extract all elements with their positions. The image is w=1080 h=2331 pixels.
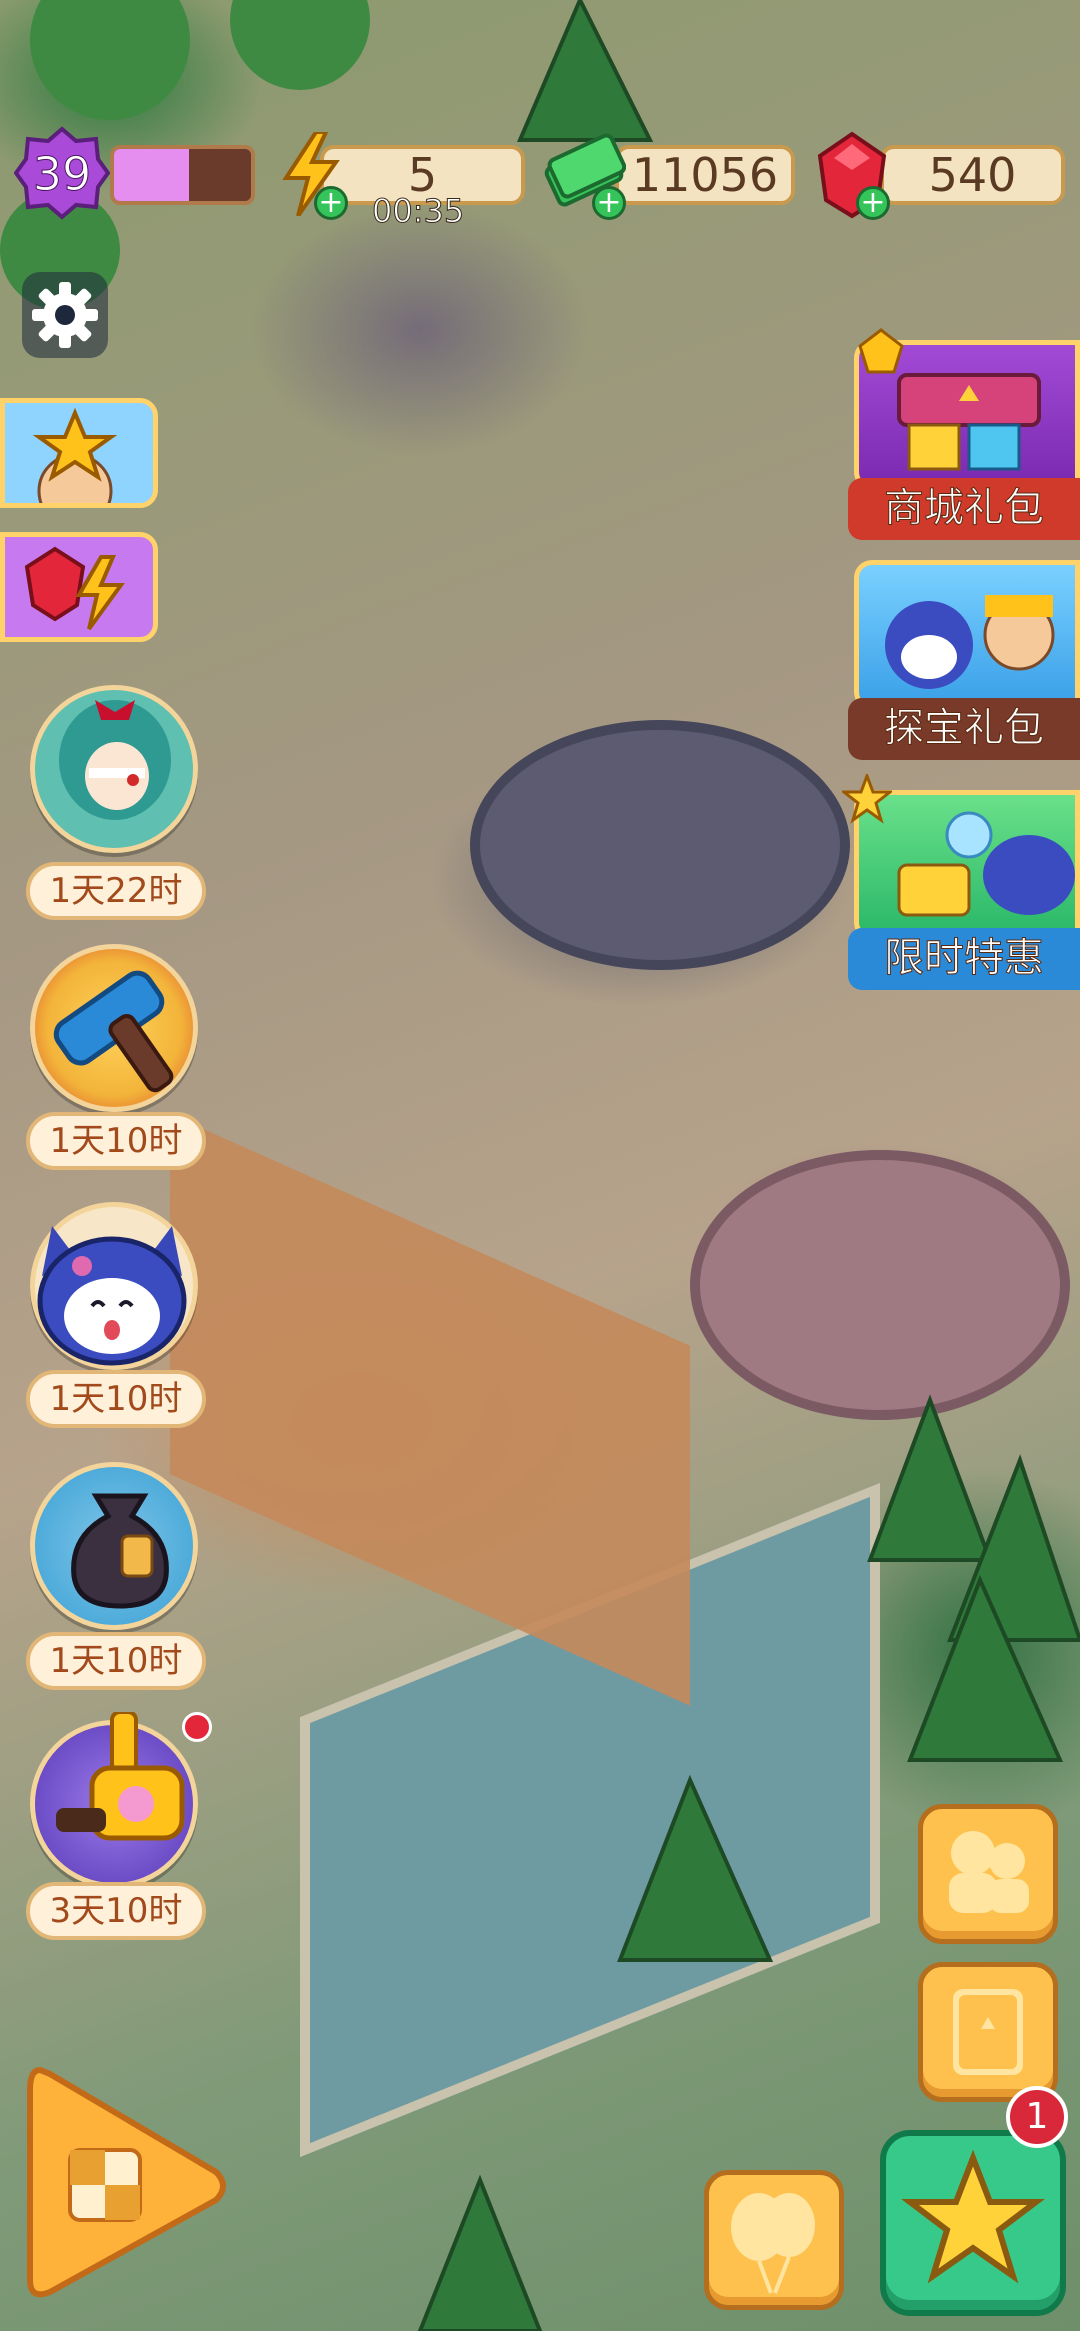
collection-book-button[interactable] xyxy=(918,1962,1058,2102)
balloon-button[interactable] xyxy=(704,2170,844,2310)
event-timer-2-text: 1天10时 xyxy=(49,1121,183,1161)
hammer-icon xyxy=(40,950,200,1100)
star-rank-button[interactable] xyxy=(880,2130,1066,2316)
shop-pack-label-text: 商城礼包 xyxy=(884,485,1045,532)
build-arrow-icon xyxy=(27,2066,226,2298)
cat-explorer-icon xyxy=(885,595,1055,689)
key-event-red-dot xyxy=(182,1712,212,1742)
limited-offer-label-text: 限时特惠 xyxy=(884,935,1045,982)
treasure-pack-label: 探宝礼包 xyxy=(848,698,1080,760)
level-badge[interactable]: 39 xyxy=(14,125,110,221)
book-icon xyxy=(953,1989,1023,2075)
shop-pack-badge-icon xyxy=(858,328,904,374)
event-timer-3: 1天10时 xyxy=(26,1370,206,1428)
build-mode-button[interactable] xyxy=(20,2060,230,2310)
gem-energy-icon xyxy=(24,546,125,631)
settings-button[interactable] xyxy=(22,272,108,358)
level-number: 39 xyxy=(32,147,92,202)
limited-offer-star-icon xyxy=(839,771,895,824)
event-timer-4-text: 1天10时 xyxy=(49,1641,183,1681)
cash-value: 11056 xyxy=(631,148,779,202)
level-progress-bar xyxy=(110,145,255,205)
characters-icon xyxy=(949,1831,1029,1913)
event-timer-1-text: 1天22时 xyxy=(49,871,183,911)
gem-energy-event-tile[interactable] xyxy=(0,532,158,642)
characters-button[interactable] xyxy=(918,1804,1058,1944)
energy-timer: 00:35 xyxy=(371,192,465,231)
girl-character-icon xyxy=(55,690,175,840)
star-event-tile[interactable] xyxy=(0,398,158,508)
treasure-pack-button[interactable]: 探宝礼包 xyxy=(848,560,1080,760)
star-icon xyxy=(901,2149,1045,2284)
cash-counter[interactable]: 11056 xyxy=(615,145,795,205)
limited-offer-label: 限时特惠 xyxy=(848,928,1080,990)
limited-offer-icon xyxy=(897,811,1075,917)
event-timer-3-text: 1天10时 xyxy=(49,1379,183,1419)
event-timer-5: 3天10时 xyxy=(26,1882,206,1940)
shop-pack-label: 商城礼包 xyxy=(848,478,1080,540)
blue-cat-icon xyxy=(22,1206,202,1376)
money-bag-icon xyxy=(50,1476,190,1616)
treasure-pack-art xyxy=(854,560,1080,710)
cash-add-icon[interactable]: + xyxy=(592,186,626,220)
key-icon xyxy=(56,1710,196,1872)
notification-count: 1 xyxy=(1025,2096,1049,2137)
star-character-icon xyxy=(32,407,118,503)
event-timer-1: 1天22时 xyxy=(26,862,206,920)
energy-add-icon[interactable]: + xyxy=(314,186,348,220)
gem-value: 540 xyxy=(928,148,1017,202)
level-progress-fill xyxy=(114,149,190,201)
treasure-pack-label-text: 探宝礼包 xyxy=(884,705,1045,752)
event-timer-5-text: 3天10时 xyxy=(49,1891,183,1931)
event-timer-4: 1天10时 xyxy=(26,1632,206,1690)
gem-add-icon[interactable]: + xyxy=(856,186,890,220)
event-timer-2: 1天10时 xyxy=(26,1112,206,1170)
gear-icon xyxy=(32,282,98,348)
balloons-icon xyxy=(731,2193,815,2294)
notification-badge: 1 xyxy=(1006,2086,1068,2148)
gem-counter[interactable]: 540 xyxy=(880,145,1065,205)
